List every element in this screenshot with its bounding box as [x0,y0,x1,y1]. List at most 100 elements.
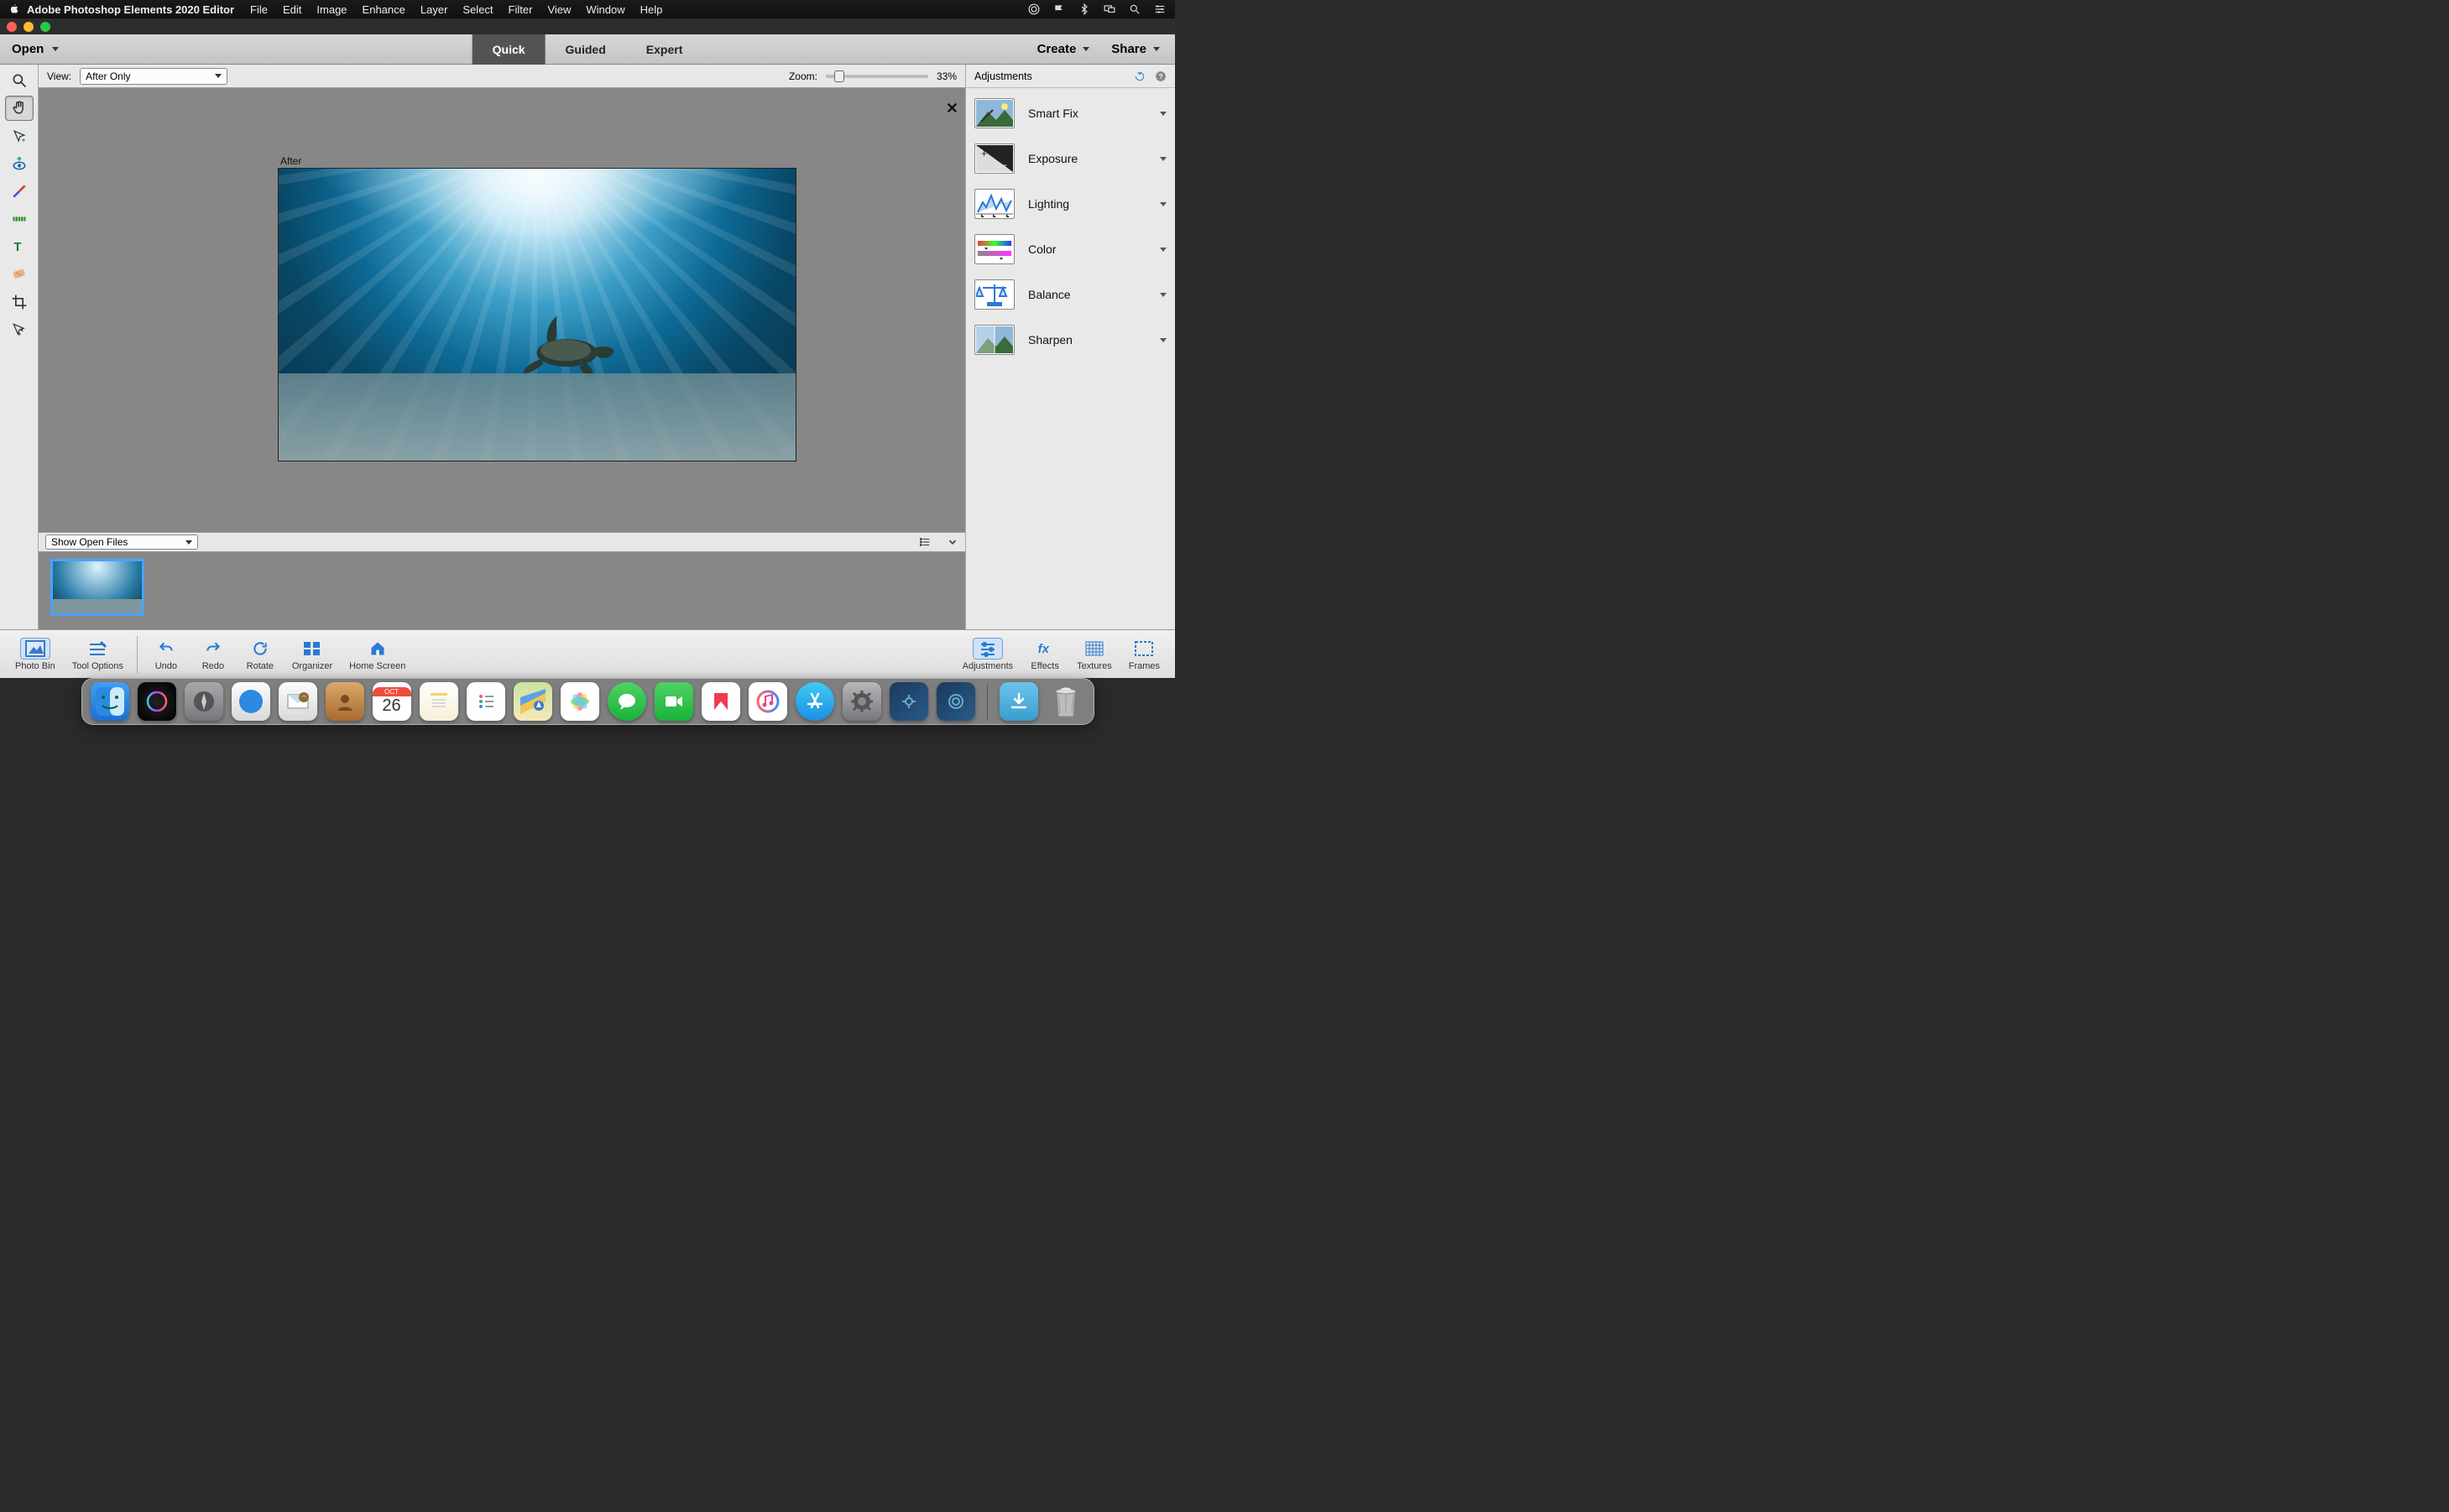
photo-bin-thumbnail[interactable] [50,559,144,616]
dock-trash[interactable] [1047,682,1085,721]
zoom-slider-thumb[interactable] [834,70,844,82]
dock-downloads[interactable] [1000,682,1038,721]
menu-window[interactable]: Window [586,3,624,16]
dock-messages[interactable] [608,682,646,721]
dock-news[interactable] [702,682,740,721]
menu-layer[interactable]: Layer [420,3,448,16]
window-minimize-button[interactable] [23,22,34,32]
tab-quick[interactable]: Quick [473,34,546,65]
spotlight-icon[interactable] [1128,3,1141,15]
window-close-button[interactable] [7,22,17,32]
shelf-adjustments[interactable]: Adjustments [963,638,1014,671]
menu-file[interactable]: File [250,3,268,16]
zoom-tool[interactable] [5,68,34,93]
straighten-tool[interactable] [5,206,34,232]
caret-down-icon [215,74,222,78]
dock-facetime[interactable] [655,682,693,721]
document-image[interactable] [279,169,796,461]
dock-pse-organizer[interactable] [890,682,928,721]
adj-balance[interactable]: Balance [974,279,1167,310]
help-icon[interactable]: ? [1155,70,1167,82]
spot-heal-tool[interactable] [5,262,34,287]
move-tool[interactable] [5,317,34,342]
dock-photos[interactable] [561,682,599,721]
redeye-tool[interactable] [5,151,34,176]
view-select[interactable]: After Only [80,68,227,85]
canvas-area[interactable]: ✕ After [39,88,965,532]
dock-pse-editor[interactable] [937,682,975,721]
menu-select[interactable]: Select [462,3,493,16]
shelf-tool-options[interactable]: Tool Options [72,638,123,671]
dock-app-store[interactable] [796,682,834,721]
adj-lighting[interactable]: Lighting [974,189,1167,219]
menu-view[interactable]: View [547,3,571,16]
open-files-bar: Show Open Files [39,532,965,552]
shelf-redo[interactable]: Redo [198,638,228,671]
bluetooth-icon[interactable] [1078,3,1091,15]
crop-tool[interactable] [5,289,34,315]
create-label: Create [1037,42,1077,56]
adj-sharpen[interactable]: Sharpen [974,325,1167,355]
shelf-rotate[interactable]: Rotate [245,638,275,671]
dock-mail[interactable] [279,682,317,721]
zoom-slider[interactable] [826,75,928,78]
caret-down-icon [1160,202,1167,206]
adj-color[interactable]: Color [974,234,1167,264]
dock-music[interactable] [749,682,787,721]
open-files-select[interactable]: Show Open Files [45,534,198,550]
menu-help[interactable]: Help [640,3,663,16]
open-button[interactable]: Open [0,42,70,56]
tab-expert[interactable]: Expert [626,34,703,65]
shelf-organizer[interactable]: Organizer [292,638,332,671]
reset-icon[interactable] [1133,70,1146,82]
share-label: Share [1111,42,1146,56]
quick-select-tool[interactable] [5,123,34,149]
shelf-photo-bin[interactable]: Photo Bin [15,638,55,671]
shelf-textures[interactable]: Textures [1077,638,1112,671]
whiten-teeth-tool[interactable] [5,179,34,204]
shelf-effects[interactable]: fxEffects [1030,638,1060,671]
dock-preferences[interactable] [843,682,881,721]
dock-safari[interactable] [232,682,270,721]
menu-filter[interactable]: Filter [509,3,533,16]
dock-reminders[interactable] [467,682,505,721]
window-maximize-button[interactable] [40,22,50,32]
type-tool[interactable]: T [5,234,34,259]
mac-menubar: Adobe Photoshop Elements 2020 Editor Fil… [0,0,1175,18]
turtle-icon [506,309,640,384]
adj-smart-fix[interactable]: Smart Fix [974,98,1167,128]
close-document-button[interactable]: ✕ [946,100,958,117]
options-bar: View: After Only Zoom: 33% [39,65,965,88]
caret-down-icon [185,540,192,545]
create-button[interactable]: Create [1037,42,1090,56]
caret-down-icon [1160,112,1167,116]
shelf-undo[interactable]: Undo [151,638,181,671]
dock-launchpad[interactable] [185,682,223,721]
separator [137,636,138,673]
dock-finder[interactable] [91,682,129,721]
cc-icon[interactable] [1027,3,1041,15]
dock-calendar[interactable]: OCT26 [373,682,411,721]
notifications-icon[interactable] [1052,3,1066,15]
adj-label: Color [1028,242,1146,256]
dock-siri[interactable] [138,682,176,721]
chevron-down-icon[interactable] [947,536,958,548]
control-center-icon[interactable] [1153,3,1167,15]
list-view-icon[interactable] [918,536,932,548]
dock-maps[interactable] [514,682,552,721]
menu-image[interactable]: Image [316,3,347,16]
menu-edit[interactable]: Edit [283,3,301,16]
adj-exposure[interactable]: +− Exposure [974,143,1167,174]
dock-notes[interactable] [420,682,458,721]
hand-tool[interactable] [5,96,34,121]
displays-icon[interactable] [1103,3,1116,15]
apple-icon[interactable] [8,3,20,15]
share-button[interactable]: Share [1111,42,1160,56]
menu-enhance[interactable]: Enhance [363,3,405,16]
dock-contacts[interactable] [326,682,364,721]
shelf-frames[interactable]: Frames [1129,638,1160,671]
svg-text:T: T [13,240,21,254]
tab-guided[interactable]: Guided [546,34,626,65]
zoom-value: 33% [937,70,957,82]
shelf-home-screen[interactable]: Home Screen [349,638,405,671]
